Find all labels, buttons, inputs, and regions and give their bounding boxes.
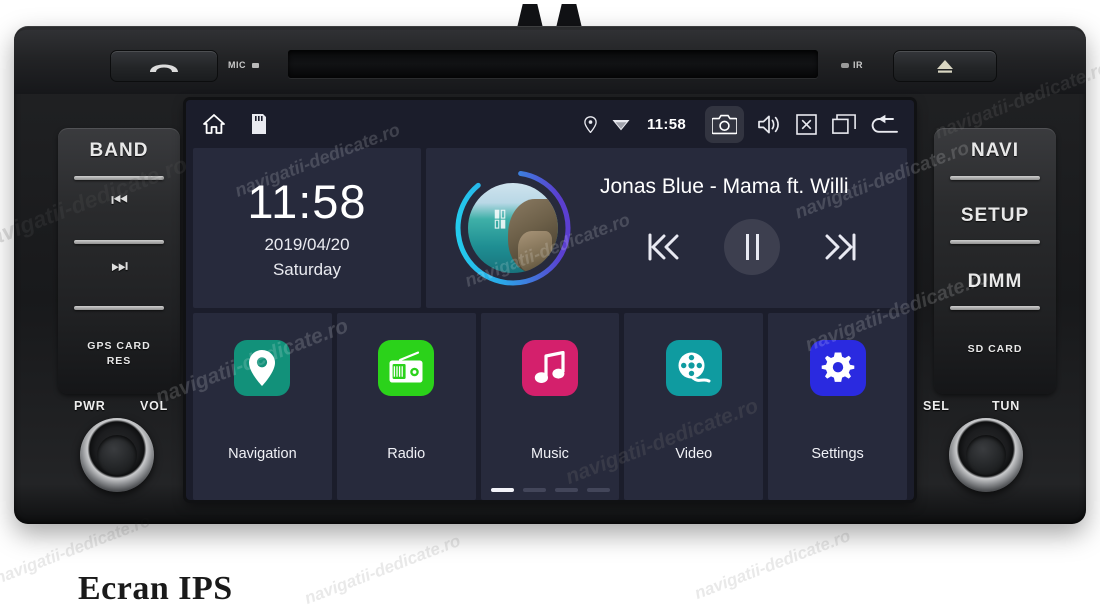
prev-track-button[interactable]: ⏮ xyxy=(58,190,180,212)
music-info: Jonas Blue - Mama ft. Willi xyxy=(574,175,907,275)
mounting-tab-left xyxy=(517,4,543,28)
dimm-button[interactable]: DIMM xyxy=(934,271,1056,293)
album-art-mark: ▮▯ ▯▮ xyxy=(494,208,507,230)
tun-label: TUN xyxy=(992,399,1021,413)
pause-icon[interactable] xyxy=(724,219,780,275)
ir-sensor xyxy=(841,63,849,68)
app-label: Video xyxy=(675,446,713,462)
panel-divider-3 xyxy=(74,306,164,310)
page-dot-2[interactable] xyxy=(522,488,546,492)
app-label: Music xyxy=(531,446,569,462)
film-reel-icon xyxy=(665,340,722,396)
panel-divider-6 xyxy=(950,306,1040,310)
sdcard-icon[interactable] xyxy=(252,114,266,134)
album-art: ▮▯ ▯▮ xyxy=(468,183,558,273)
select-tune-knob[interactable] xyxy=(949,418,1023,492)
status-clock: 11:58 xyxy=(646,115,686,133)
gear-icon xyxy=(809,340,866,396)
gps-card-label-line1: GPS CARD xyxy=(87,340,151,352)
location-pin-icon xyxy=(584,115,597,133)
app-label: Radio xyxy=(387,446,426,462)
skip-previous-icon[interactable] xyxy=(646,232,680,262)
next-track-button[interactable]: ⏭ xyxy=(58,256,180,278)
app-label: Settings xyxy=(811,446,864,462)
app-grid: Navigation Radio Music Video Settings xyxy=(186,308,914,500)
lcd-screen-bezel: 11:58 11:58 2019/04/20 Saturday ▮▯ ▯▮ Jo… xyxy=(186,100,914,500)
clock-widget-time: 11:58 xyxy=(247,174,367,228)
transport-controls xyxy=(600,219,897,275)
eject-button[interactable] xyxy=(893,50,997,82)
pause-bar-left xyxy=(745,234,749,260)
clock-widget-date: 2019/04/20 xyxy=(264,234,350,254)
panel-divider-4 xyxy=(950,176,1040,180)
app-tile-radio[interactable]: Radio xyxy=(336,313,476,500)
recent-apps-icon[interactable] xyxy=(832,114,856,134)
panel-divider-2 xyxy=(74,240,164,244)
setup-button[interactable]: SETUP xyxy=(934,205,1056,227)
gps-card-label-line2: RES xyxy=(106,355,132,367)
album-art-rock xyxy=(518,231,552,273)
vol-label: VOL xyxy=(140,399,169,413)
page-dot-4[interactable] xyxy=(586,488,610,492)
eject-icon xyxy=(937,60,953,73)
music-note-icon xyxy=(521,340,578,396)
widget-row: 11:58 2019/04/20 Saturday ▮▯ ▯▮ Jonas Bl… xyxy=(186,148,914,308)
app-label: Navigation xyxy=(228,446,297,462)
clock-widget[interactable]: 11:58 2019/04/20 Saturday xyxy=(193,148,421,308)
navi-button[interactable]: NAVI xyxy=(934,140,1056,162)
page-title: Ecran IPS xyxy=(78,570,233,607)
pwr-label: PWR xyxy=(74,399,106,413)
mic-hole xyxy=(252,63,259,68)
right-button-panel: NAVI SETUP DIMM SD CARD xyxy=(934,128,1056,394)
mic-label: MIC xyxy=(228,60,246,70)
phone-button[interactable] xyxy=(110,50,218,82)
close-box-icon[interactable] xyxy=(796,113,817,135)
app-tile-music[interactable]: Music xyxy=(480,313,620,500)
location-pin-icon xyxy=(234,340,291,396)
screenshot-root: MIC IR BAND ⏮ ⏭ GPS CARD RES NAVI SETUP … xyxy=(0,0,1100,615)
album-art-container: ▮▯ ▯▮ xyxy=(452,167,574,289)
sd-card-label: SD CARD xyxy=(967,343,1023,355)
left-button-panel: BAND ⏮ ⏭ GPS CARD RES xyxy=(58,128,180,394)
phone-icon xyxy=(150,64,178,72)
disc-slot[interactable] xyxy=(288,50,818,78)
volume-icon[interactable] xyxy=(757,114,781,135)
page-dot-3[interactable] xyxy=(554,488,578,492)
clock-widget-weekday: Saturday xyxy=(272,259,342,279)
band-button[interactable]: BAND xyxy=(58,140,180,162)
android-home-screen: 11:58 11:58 2019/04/20 Saturday ▮▯ ▯▮ Jo… xyxy=(186,100,914,500)
sel-label: SEL xyxy=(923,399,950,413)
wifi-icon xyxy=(612,117,630,131)
page-dot-1[interactable] xyxy=(490,488,514,492)
power-volume-knob[interactable] xyxy=(80,418,154,492)
green-device-clip xyxy=(430,545,850,615)
panel-divider-1 xyxy=(74,176,164,180)
app-tile-settings[interactable]: Settings xyxy=(768,313,907,500)
mounting-tab-right xyxy=(556,4,582,28)
track-title: Jonas Blue - Mama ft. Willi xyxy=(600,175,849,198)
skip-next-icon[interactable] xyxy=(824,232,858,262)
home-icon[interactable] xyxy=(202,112,226,136)
pause-bar-right xyxy=(755,234,759,260)
app-tile-navigation[interactable]: Navigation xyxy=(193,313,332,500)
product-photo: MIC IR BAND ⏮ ⏭ GPS CARD RES NAVI SETUP … xyxy=(0,0,1100,545)
back-arrow-icon[interactable] xyxy=(871,114,898,134)
status-bar: 11:58 xyxy=(186,100,914,148)
ir-label: IR xyxy=(853,60,863,70)
page-indicator xyxy=(186,488,914,492)
music-widget[interactable]: ▮▯ ▯▮ Jonas Blue - Mama ft. Willi xyxy=(426,148,907,308)
app-tile-video[interactable]: Video xyxy=(624,313,764,500)
camera-icon[interactable] xyxy=(705,105,744,143)
radio-icon xyxy=(378,340,435,396)
panel-divider-5 xyxy=(950,240,1040,244)
